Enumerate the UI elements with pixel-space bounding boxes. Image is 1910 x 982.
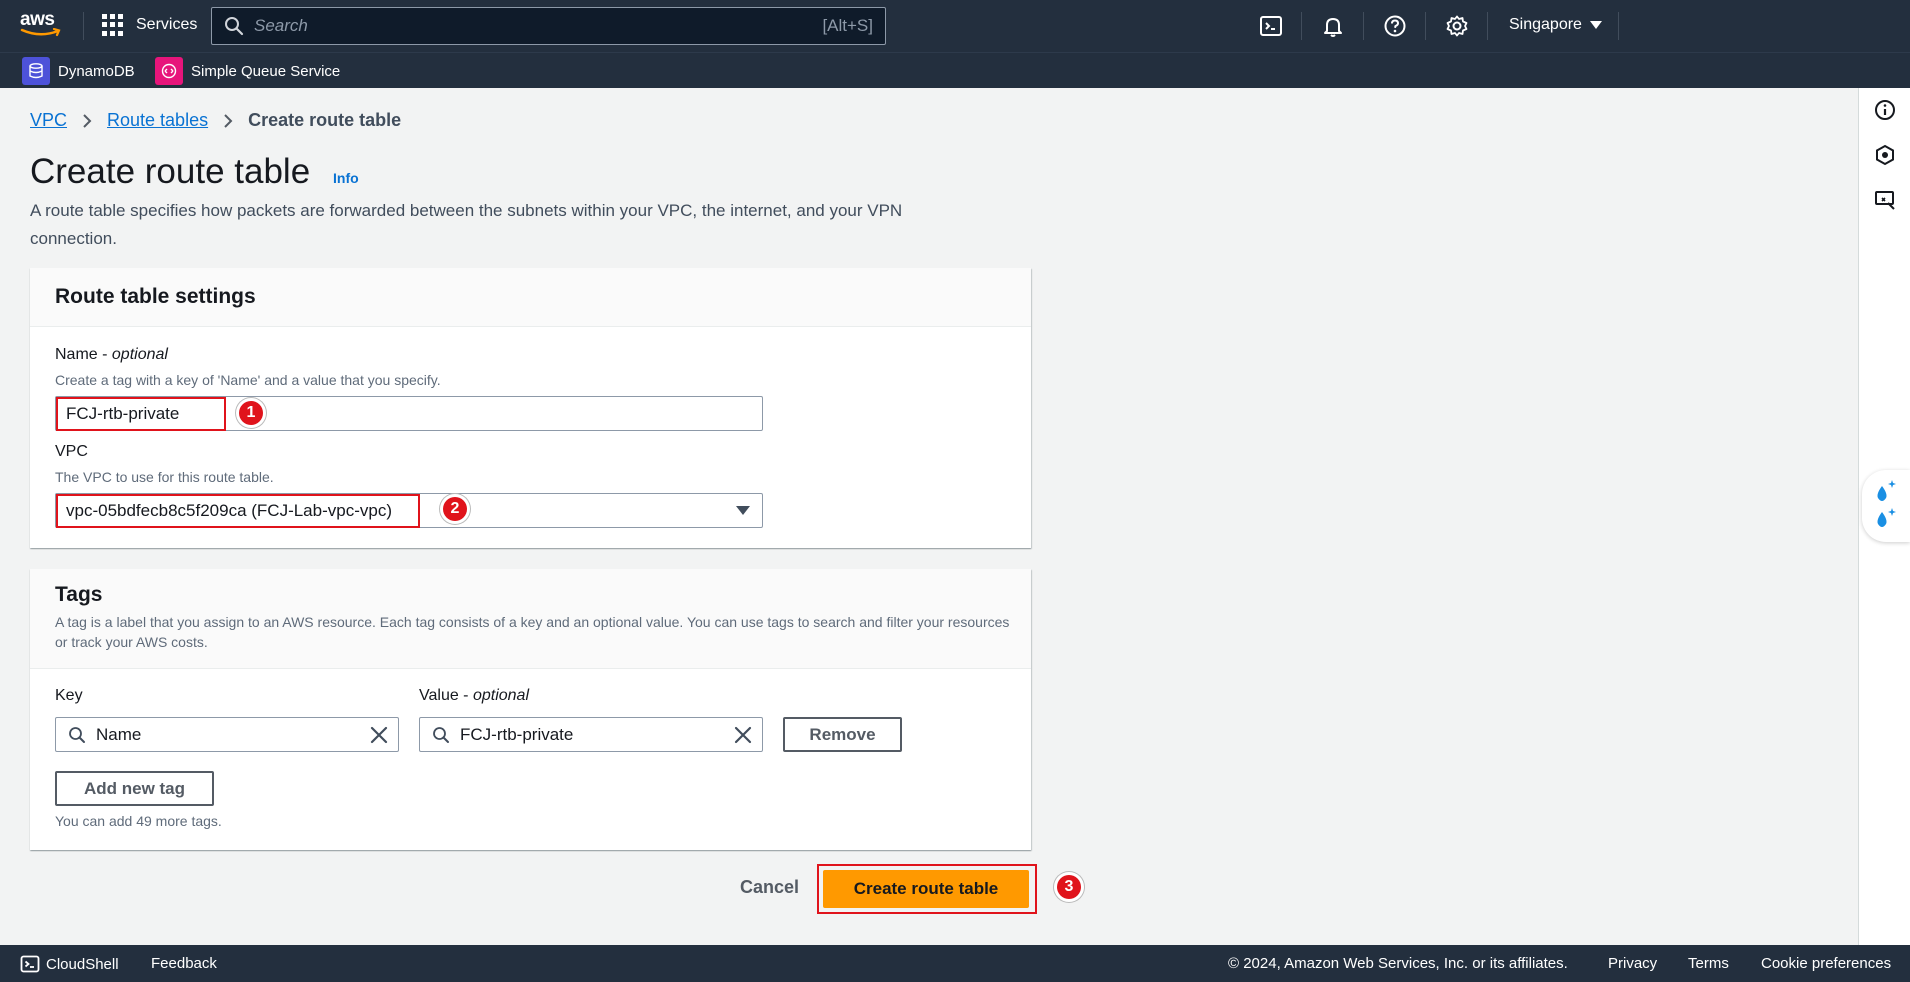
copyright-text: © 2024, Amazon Web Services, Inc. or its… [1228, 955, 1568, 972]
aws-logo[interactable]: aws [20, 10, 64, 42]
cloudshell-icon [20, 955, 40, 973]
page-description: A route table specifies how packets are … [30, 201, 903, 248]
highlight-box [56, 397, 226, 431]
step-marker-3: 3 [1054, 872, 1084, 902]
search-icon [69, 726, 85, 743]
panel-title: Tags [55, 583, 103, 606]
tag-key-input[interactable]: Name [55, 717, 399, 752]
nav-divider [1487, 12, 1488, 40]
tag-limit-text: You can add 49 more tags. [55, 813, 222, 829]
services-menu-button[interactable]: Services [102, 14, 197, 36]
breadcrumb: VPC Route tables Create route table [30, 110, 401, 131]
privacy-link[interactable]: Privacy [1608, 955, 1657, 972]
value-label: Value - optional [419, 687, 529, 704]
nav-divider [1618, 12, 1619, 40]
remove-tag-button[interactable]: Remove [783, 717, 902, 752]
search-input[interactable]: Search [Alt+S] [211, 7, 886, 45]
cloudshell-icon[interactable] [1259, 14, 1283, 38]
vpc-field-label: VPC [55, 443, 88, 460]
terms-link[interactable]: Terms [1688, 955, 1729, 972]
help-icon[interactable] [1383, 14, 1407, 38]
services-label: Services [136, 16, 198, 33]
chevron-right-icon [224, 113, 233, 128]
info-link[interactable]: Info [333, 170, 359, 186]
clear-icon[interactable] [370, 726, 388, 744]
dynamodb-icon [22, 57, 50, 85]
step-marker-1: 1 [236, 398, 266, 428]
search-icon [225, 17, 244, 36]
tutorial-icon[interactable] [1874, 144, 1896, 166]
step-marker-2: 2 [440, 494, 470, 524]
cloudshell-footer-button[interactable]: CloudShell [20, 954, 119, 974]
info-panel-icon[interactable] [1874, 99, 1896, 121]
cloudshell-label: CloudShell [46, 955, 119, 973]
floating-assistant-widget[interactable] [1862, 470, 1910, 542]
add-new-tag-button[interactable]: Add new tag [55, 771, 214, 806]
nav-divider [1363, 12, 1364, 40]
panel-header: Route table settings [30, 268, 1031, 327]
name-field-label: Name - optional [55, 346, 168, 363]
feedback-screen-icon[interactable] [1874, 189, 1896, 211]
breadcrumb-vpc-link[interactable]: VPC [30, 110, 67, 131]
highlight-box [56, 494, 420, 528]
breadcrumb-route-tables-link[interactable]: Route tables [107, 110, 208, 131]
breadcrumb-current: Create route table [248, 110, 402, 130]
tags-panel: Tags A tag is a label that you assign to… [30, 569, 1031, 850]
water-drops-icon [1877, 480, 1896, 527]
search-shortcut: [Alt+S] [822, 16, 873, 35]
page-title: Create route table [30, 152, 311, 191]
top-navigation: aws Services Search [Alt+S] Singapore [0, 0, 1910, 52]
tag-key-value: Name [96, 724, 142, 744]
nav-divider [1301, 12, 1302, 40]
sqs-icon [155, 57, 183, 85]
panel-title: Route table settings [55, 285, 256, 308]
vpc-field-description: The VPC to use for this route table. [55, 469, 274, 485]
aws-logo-text: aws [20, 9, 55, 30]
grid-icon [102, 14, 124, 36]
clear-icon[interactable] [734, 726, 752, 744]
tag-value-value: FCJ-rtb-private [460, 724, 574, 744]
name-field-description: Create a tag with a key of 'Name' and a … [55, 372, 441, 388]
feedback-link[interactable]: Feedback [151, 955, 217, 972]
caret-down-icon [1589, 21, 1602, 29]
bell-icon[interactable] [1321, 14, 1345, 38]
settings-icon[interactable] [1445, 14, 1469, 38]
tags-description: A tag is a label that you assign to an A… [55, 614, 1010, 650]
favorites-bar: DynamoDB Simple Queue Service [0, 52, 1910, 88]
search-placeholder: Search [254, 16, 308, 35]
favorite-label: DynamoDB [58, 62, 135, 80]
favorite-label: Simple Queue Service [191, 62, 341, 80]
cancel-button[interactable]: Cancel [740, 877, 799, 898]
footer: CloudShell Feedback © 2024, Amazon Web S… [0, 945, 1910, 982]
nav-divider [83, 12, 84, 40]
key-label: Key [55, 687, 83, 704]
create-route-table-button[interactable]: Create route table [823, 870, 1029, 908]
cookie-preferences-link[interactable]: Cookie preferences [1761, 955, 1891, 972]
panel-header: Tags A tag is a label that you assign to… [30, 569, 1031, 669]
region-label: Singapore [1509, 16, 1582, 33]
region-selector[interactable]: Singapore [1509, 16, 1602, 34]
chevron-right-icon [83, 113, 92, 128]
nav-divider [1425, 12, 1426, 40]
caret-down-icon [736, 505, 750, 515]
search-icon [433, 726, 449, 743]
favorite-dynamodb[interactable]: DynamoDB [22, 57, 135, 85]
tag-value-input[interactable]: FCJ-rtb-private [419, 717, 763, 752]
favorite-sqs[interactable]: Simple Queue Service [155, 57, 340, 85]
